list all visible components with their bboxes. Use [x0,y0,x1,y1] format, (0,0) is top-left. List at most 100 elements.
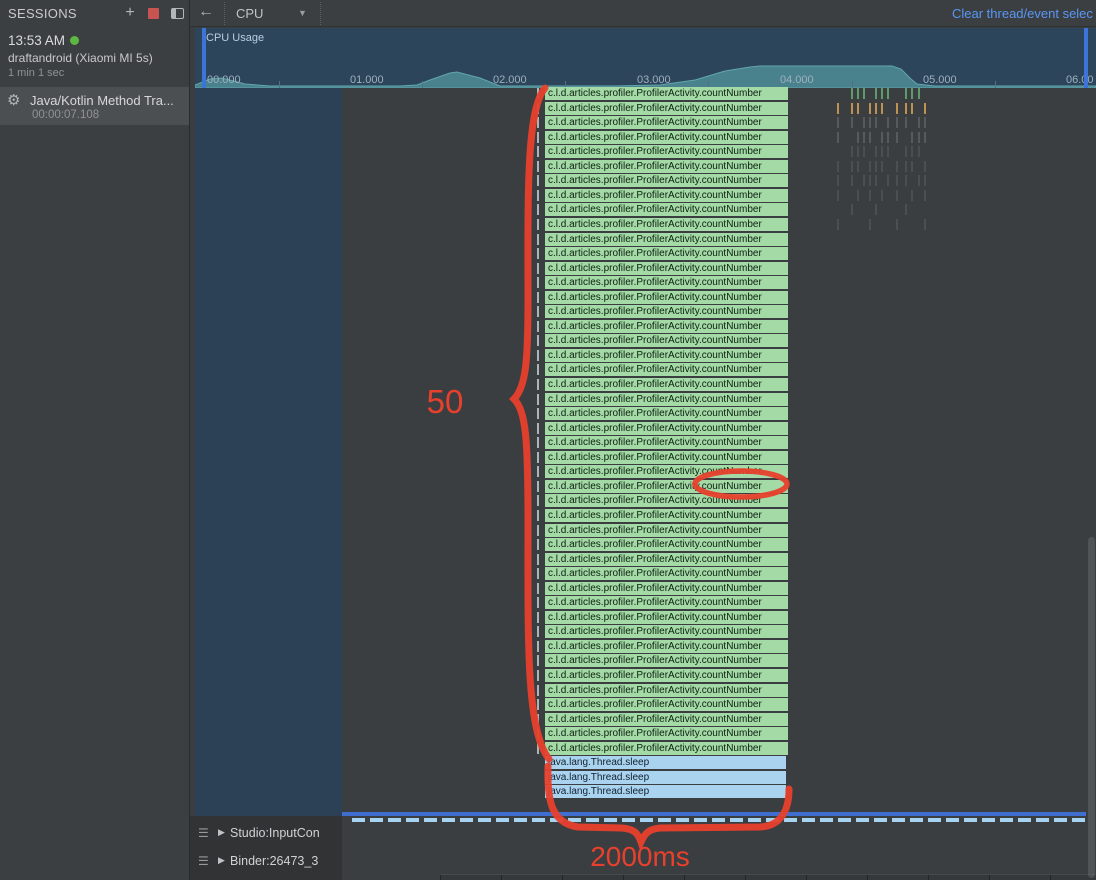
method-call-bar[interactable]: c.l.d.articles.profiler.ProfilerActivity… [545,276,788,289]
call-depth-tick [537,597,539,608]
track-separator [562,875,563,880]
method-call-bar[interactable]: c.l.d.articles.profiler.ProfilerActivity… [545,582,788,595]
method-call-bar[interactable]: c.l.d.articles.profiler.ProfilerActivity… [545,494,788,507]
method-call-bar[interactable]: c.l.d.articles.profiler.ProfilerActivity… [545,698,788,711]
call-depth-tick [537,641,539,652]
thread-name: Binder:26473_3 [230,854,318,868]
call-depth-tick [537,350,539,361]
sleep-call-bar[interactable]: java.lang.Thread.sleep [545,756,786,769]
method-call-bar[interactable]: c.l.d.articles.profiler.ProfilerActivity… [545,640,788,653]
micro-call-mark [918,132,920,143]
method-call-bar[interactable]: c.l.d.articles.profiler.ProfilerActivity… [545,713,788,726]
method-call-bar[interactable]: c.l.d.articles.profiler.ProfilerActivity… [545,422,788,435]
method-call-bar[interactable]: c.l.d.articles.profiler.ProfilerActivity… [545,407,788,420]
expand-triangle-icon[interactable]: ▶ [218,827,225,838]
method-call-bar[interactable]: c.l.d.articles.profiler.ProfilerActivity… [545,684,788,697]
method-call-bar[interactable]: c.l.d.articles.profiler.ProfilerActivity… [545,203,788,216]
micro-call-mark [875,204,877,215]
micro-call-mark [911,146,913,157]
method-call-bar[interactable]: c.l.d.articles.profiler.ProfilerActivity… [545,393,788,406]
method-call-bar[interactable]: c.l.d.articles.profiler.ProfilerActivity… [545,334,788,347]
call-depth-tick [537,204,539,215]
method-call-bar[interactable]: c.l.d.articles.profiler.ProfilerActivity… [545,262,788,275]
method-call-bar[interactable]: c.l.d.articles.profiler.ProfilerActivity… [545,320,788,333]
method-call-bar[interactable]: c.l.d.articles.profiler.ProfilerActivity… [545,451,788,464]
call-depth-tick [537,612,539,623]
call-depth-tick [537,466,539,477]
method-call-bar[interactable]: c.l.d.articles.profiler.ProfilerActivity… [545,189,788,202]
micro-call-mark [875,103,877,114]
method-call-bar[interactable]: c.l.d.articles.profiler.ProfilerActivity… [545,524,788,537]
vertical-scrollbar[interactable] [1088,537,1095,878]
micro-call-mark [881,146,883,157]
call-depth-tick [537,539,539,550]
micro-call-mark [857,132,859,143]
thread-row-binder-26473-3[interactable]: ☰▶Binder:26473_3 [190,848,342,876]
method-call-bar[interactable]: c.l.d.articles.profiler.ProfilerActivity… [545,363,788,376]
call-depth-tick [537,408,539,419]
method-call-bar[interactable]: c.l.d.articles.profiler.ProfilerActivity… [545,611,788,624]
sleep-call-bar[interactable]: java.lang.Thread.sleep [545,771,786,784]
method-call-bar[interactable]: c.l.d.articles.profiler.ProfilerActivity… [545,669,788,682]
micro-call-mark [881,190,883,201]
thread-row-studio-inputcon[interactable]: ☰▶Studio:InputCon [190,820,342,848]
method-call-bar[interactable]: c.l.d.articles.profiler.ProfilerActivity… [545,742,788,755]
method-call-bar[interactable]: c.l.d.articles.profiler.ProfilerActivity… [545,349,788,362]
micro-call-mark [924,132,926,143]
call-depth-tick [537,525,539,536]
micro-call-mark [924,103,926,114]
method-call-bar[interactable]: c.l.d.articles.profiler.ProfilerActivity… [545,378,788,391]
method-call-bar[interactable]: c.l.d.articles.profiler.ProfilerActivity… [545,131,788,144]
call-depth-tick [537,190,539,201]
track-separator [1050,875,1051,880]
call-depth-tick [537,321,539,332]
method-call-bar[interactable]: c.l.d.articles.profiler.ProfilerActivity… [545,727,788,740]
micro-call-mark [911,88,913,99]
method-call-bar[interactable]: c.l.d.articles.profiler.ProfilerActivity… [545,436,788,449]
method-call-bar[interactable]: c.l.d.articles.profiler.ProfilerActivity… [545,218,788,231]
method-call-bar[interactable]: c.l.d.articles.profiler.ProfilerActivity… [545,465,788,478]
method-call-bar[interactable]: c.l.d.articles.profiler.ProfilerActivity… [545,102,788,115]
method-call-bar[interactable]: c.l.d.articles.profiler.ProfilerActivity… [545,509,788,522]
micro-call-mark [918,175,920,186]
method-call-bar[interactable]: c.l.d.articles.profiler.ProfilerActivity… [545,305,788,318]
micro-call-mark [924,117,926,128]
micro-call-mark [905,103,907,114]
method-call-bar[interactable]: c.l.d.articles.profiler.ProfilerActivity… [545,233,788,246]
track-separator [989,875,990,880]
expand-triangle-icon[interactable]: ▶ [218,855,225,866]
micro-call-mark [837,117,839,128]
method-call-bar[interactable]: c.l.d.articles.profiler.ProfilerActivity… [545,654,788,667]
method-call-bar[interactable]: c.l.d.articles.profiler.ProfilerActivity… [545,567,788,580]
method-call-bar[interactable]: c.l.d.articles.profiler.ProfilerActivity… [545,247,788,260]
call-depth-tick [537,554,539,565]
call-depth-tick [537,263,539,274]
method-call-bar[interactable]: c.l.d.articles.profiler.ProfilerActivity… [545,116,788,129]
sleep-call-bar[interactable]: java.lang.Thread.sleep [545,785,786,798]
track-separator [745,875,746,880]
method-call-bar[interactable]: c.l.d.articles.profiler.ProfilerActivity… [545,291,788,304]
cpu-profiler-window: SESSIONS + 13:53 AM draftandroid (Xiaomi… [0,0,1096,880]
method-call-bar[interactable]: c.l.d.articles.profiler.ProfilerActivity… [545,596,788,609]
method-call-bar[interactable]: c.l.d.articles.profiler.ProfilerActivity… [545,145,788,158]
micro-call-mark [905,204,907,215]
micro-call-mark [887,175,889,186]
track-separator [684,875,685,880]
call-depth-tick [537,699,539,710]
micro-call-mark [896,103,898,114]
call-depth-tick [537,583,539,594]
method-call-bar[interactable]: c.l.d.articles.profiler.ProfilerActivity… [545,160,788,173]
method-call-bar[interactable]: c.l.d.articles.profiler.ProfilerActivity… [545,553,788,566]
method-call-bar[interactable]: c.l.d.articles.profiler.ProfilerActivity… [545,538,788,551]
method-call-bar[interactable]: c.l.d.articles.profiler.ProfilerActivity… [545,87,788,100]
method-call-bar[interactable]: c.l.d.articles.profiler.ProfilerActivity… [545,174,788,187]
micro-call-mark [911,103,913,114]
method-call-bar[interactable]: c.l.d.articles.profiler.ProfilerActivity… [545,625,788,638]
micro-call-mark [837,219,839,230]
call-depth-tick [537,743,539,754]
micro-call-mark [875,88,877,99]
micro-call-mark [869,175,871,186]
method-call-bar[interactable]: c.l.d.articles.profiler.ProfilerActivity… [545,480,788,493]
micro-call-mark [851,88,853,99]
track-separator [867,875,868,880]
